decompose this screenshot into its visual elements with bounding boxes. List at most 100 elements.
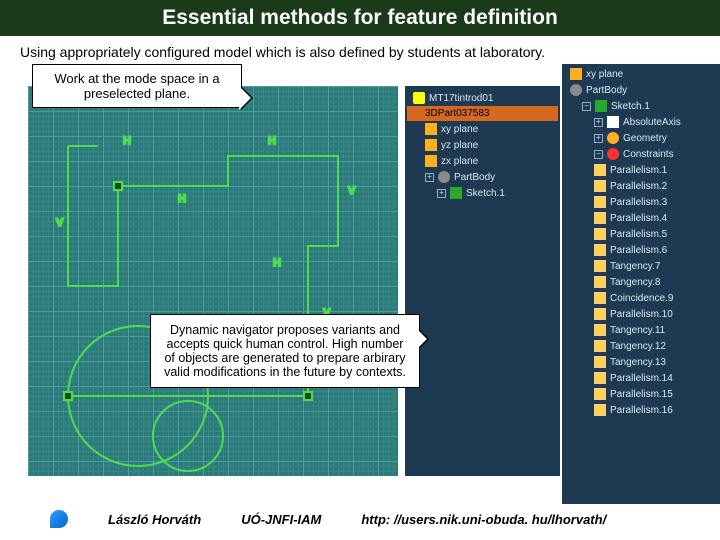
tree-root[interactable]: MT17tintrod01 — [407, 90, 558, 106]
slide-subtitle: Using appropriately configured model whi… — [0, 36, 720, 64]
constraint-icon — [594, 404, 606, 416]
expand-icon[interactable]: + — [594, 118, 603, 127]
slide-footer: László Horváth UÓ-JNFI-IAM http: //users… — [0, 498, 720, 540]
logo-icon — [50, 510, 68, 528]
tree-label: PartBody — [586, 85, 627, 96]
plane-icon — [425, 139, 437, 151]
tree-label: Tangency.8 — [610, 277, 660, 288]
expand-icon[interactable]: + — [594, 134, 603, 143]
tree-label: Parallelism.2 — [610, 181, 667, 192]
slide-title: Essential methods for feature definition — [0, 0, 720, 36]
tree-label: Tangency.12 — [610, 341, 666, 352]
tree-constraint[interactable]: Tangency.13 — [564, 354, 718, 370]
tree-label: Parallelism.14 — [610, 373, 673, 384]
sketch-icon — [595, 100, 607, 112]
tree-panel-right[interactable]: xy plane PartBody − Sketch.1 + AbsoluteA… — [562, 64, 720, 504]
constraint-icon — [594, 180, 606, 192]
footer-author: László Horváth — [108, 512, 201, 527]
tree-item[interactable]: PartBody — [564, 82, 718, 98]
tree-item[interactable]: xy plane — [564, 66, 718, 82]
tree-label: Geometry — [623, 133, 667, 144]
tree-constraint[interactable]: Parallelism.16 — [564, 402, 718, 418]
footer-url: http: //users.nik.uni-obuda. hu/lhorvath… — [361, 512, 606, 527]
slide-content: H H V V H V H Work at the mode space in … — [0, 64, 720, 504]
footer-org: UÓ-JNFI-IAM — [241, 512, 321, 527]
tree-plane[interactable]: zx plane — [407, 153, 558, 169]
tree-label: Parallelism.1 — [610, 165, 667, 176]
tree-label: Parallelism.10 — [610, 309, 673, 320]
svg-text:V: V — [56, 217, 64, 229]
constraint-icon — [594, 388, 606, 400]
tree-constraint[interactable]: Parallelism.6 — [564, 242, 718, 258]
callout-mode-space: Work at the mode space in a preselected … — [32, 64, 242, 108]
tree-body[interactable]: + PartBody — [407, 169, 558, 185]
tree-label: Tangency.7 — [610, 261, 660, 272]
tree-constraint[interactable]: Parallelism.5 — [564, 226, 718, 242]
tree-item[interactable]: + AbsoluteAxis — [564, 114, 718, 130]
tree-part[interactable]: 3DPart037583 — [407, 106, 558, 121]
constraints-icon — [607, 148, 619, 160]
tree-label: yz plane — [441, 140, 478, 151]
tree-label: Coincidence.9 — [610, 293, 673, 304]
tree-label: zx plane — [441, 156, 478, 167]
tree-label: PartBody — [454, 172, 495, 183]
tree-constraint[interactable]: Parallelism.2 — [564, 178, 718, 194]
tree-constraint[interactable]: Tangency.8 — [564, 274, 718, 290]
tree-label: Sketch.1 — [611, 101, 650, 112]
part-icon — [413, 92, 425, 104]
tree-label: Tangency.11 — [610, 325, 665, 336]
tree-label: Tangency.13 — [610, 357, 666, 368]
constraint-icon — [594, 324, 606, 336]
tree-constraint[interactable]: Parallelism.3 — [564, 194, 718, 210]
collapse-icon[interactable]: − — [582, 102, 591, 111]
axis-icon — [607, 116, 619, 128]
tree-constraint[interactable]: Tangency.11 — [564, 322, 718, 338]
constraint-icon — [594, 292, 606, 304]
tree-label: Parallelism.3 — [610, 197, 667, 208]
tree-label: xy plane — [586, 69, 623, 80]
tree-panel-left[interactable]: MT17tintrod01 3DPart037583 xy plane yz pl… — [405, 86, 560, 476]
tree-label: Parallelism.6 — [610, 245, 667, 256]
tree-constraint[interactable]: Parallelism.1 — [564, 162, 718, 178]
tree-label: Parallelism.16 — [610, 405, 673, 416]
sketch-canvas: H H V V H V H — [28, 86, 398, 476]
plane-icon — [425, 155, 437, 167]
body-icon — [570, 84, 582, 96]
constraint-icon — [594, 356, 606, 368]
sketch-icon — [450, 187, 462, 199]
tree-label: Parallelism.5 — [610, 229, 667, 240]
tree-constraint[interactable]: Parallelism.4 — [564, 210, 718, 226]
tree-item[interactable]: + Geometry — [564, 130, 718, 146]
expand-icon[interactable]: + — [425, 173, 434, 182]
constraint-icon — [594, 340, 606, 352]
body-icon — [438, 171, 450, 183]
tree-constraint[interactable]: Parallelism.10 — [564, 306, 718, 322]
svg-text:H: H — [268, 135, 276, 147]
tree-constraint[interactable]: Parallelism.15 — [564, 386, 718, 402]
collapse-icon[interactable]: − — [594, 150, 603, 159]
tree-constraint[interactable]: Tangency.7 — [564, 258, 718, 274]
tree-constraint[interactable]: Coincidence.9 — [564, 290, 718, 306]
tree-label: AbsoluteAxis — [623, 117, 681, 128]
constraint-icon — [594, 372, 606, 384]
sketch-profile: H H V V H V H — [28, 86, 398, 476]
constraint-icon — [594, 244, 606, 256]
tree-item[interactable]: − Sketch.1 — [564, 98, 718, 114]
constraint-icon — [594, 164, 606, 176]
constraint-icon — [594, 212, 606, 224]
tree-item[interactable]: − Constraints — [564, 146, 718, 162]
tree-constraint[interactable]: Tangency.12 — [564, 338, 718, 354]
tree-plane[interactable]: xy plane — [407, 121, 558, 137]
constraint-icon — [594, 308, 606, 320]
expand-icon[interactable]: + — [437, 189, 446, 198]
svg-text:H: H — [178, 193, 186, 205]
geometry-icon — [607, 132, 619, 144]
tree-label: MT17tintrod01 — [429, 93, 493, 104]
tree-plane[interactable]: yz plane — [407, 137, 558, 153]
tree-label: Sketch.1 — [466, 188, 505, 199]
tree-sketch[interactable]: + Sketch.1 — [407, 185, 558, 201]
tree-constraint[interactable]: Parallelism.14 — [564, 370, 718, 386]
plane-icon — [425, 123, 437, 135]
plane-icon — [570, 68, 582, 80]
tree-label: 3DPart037583 — [425, 108, 490, 119]
